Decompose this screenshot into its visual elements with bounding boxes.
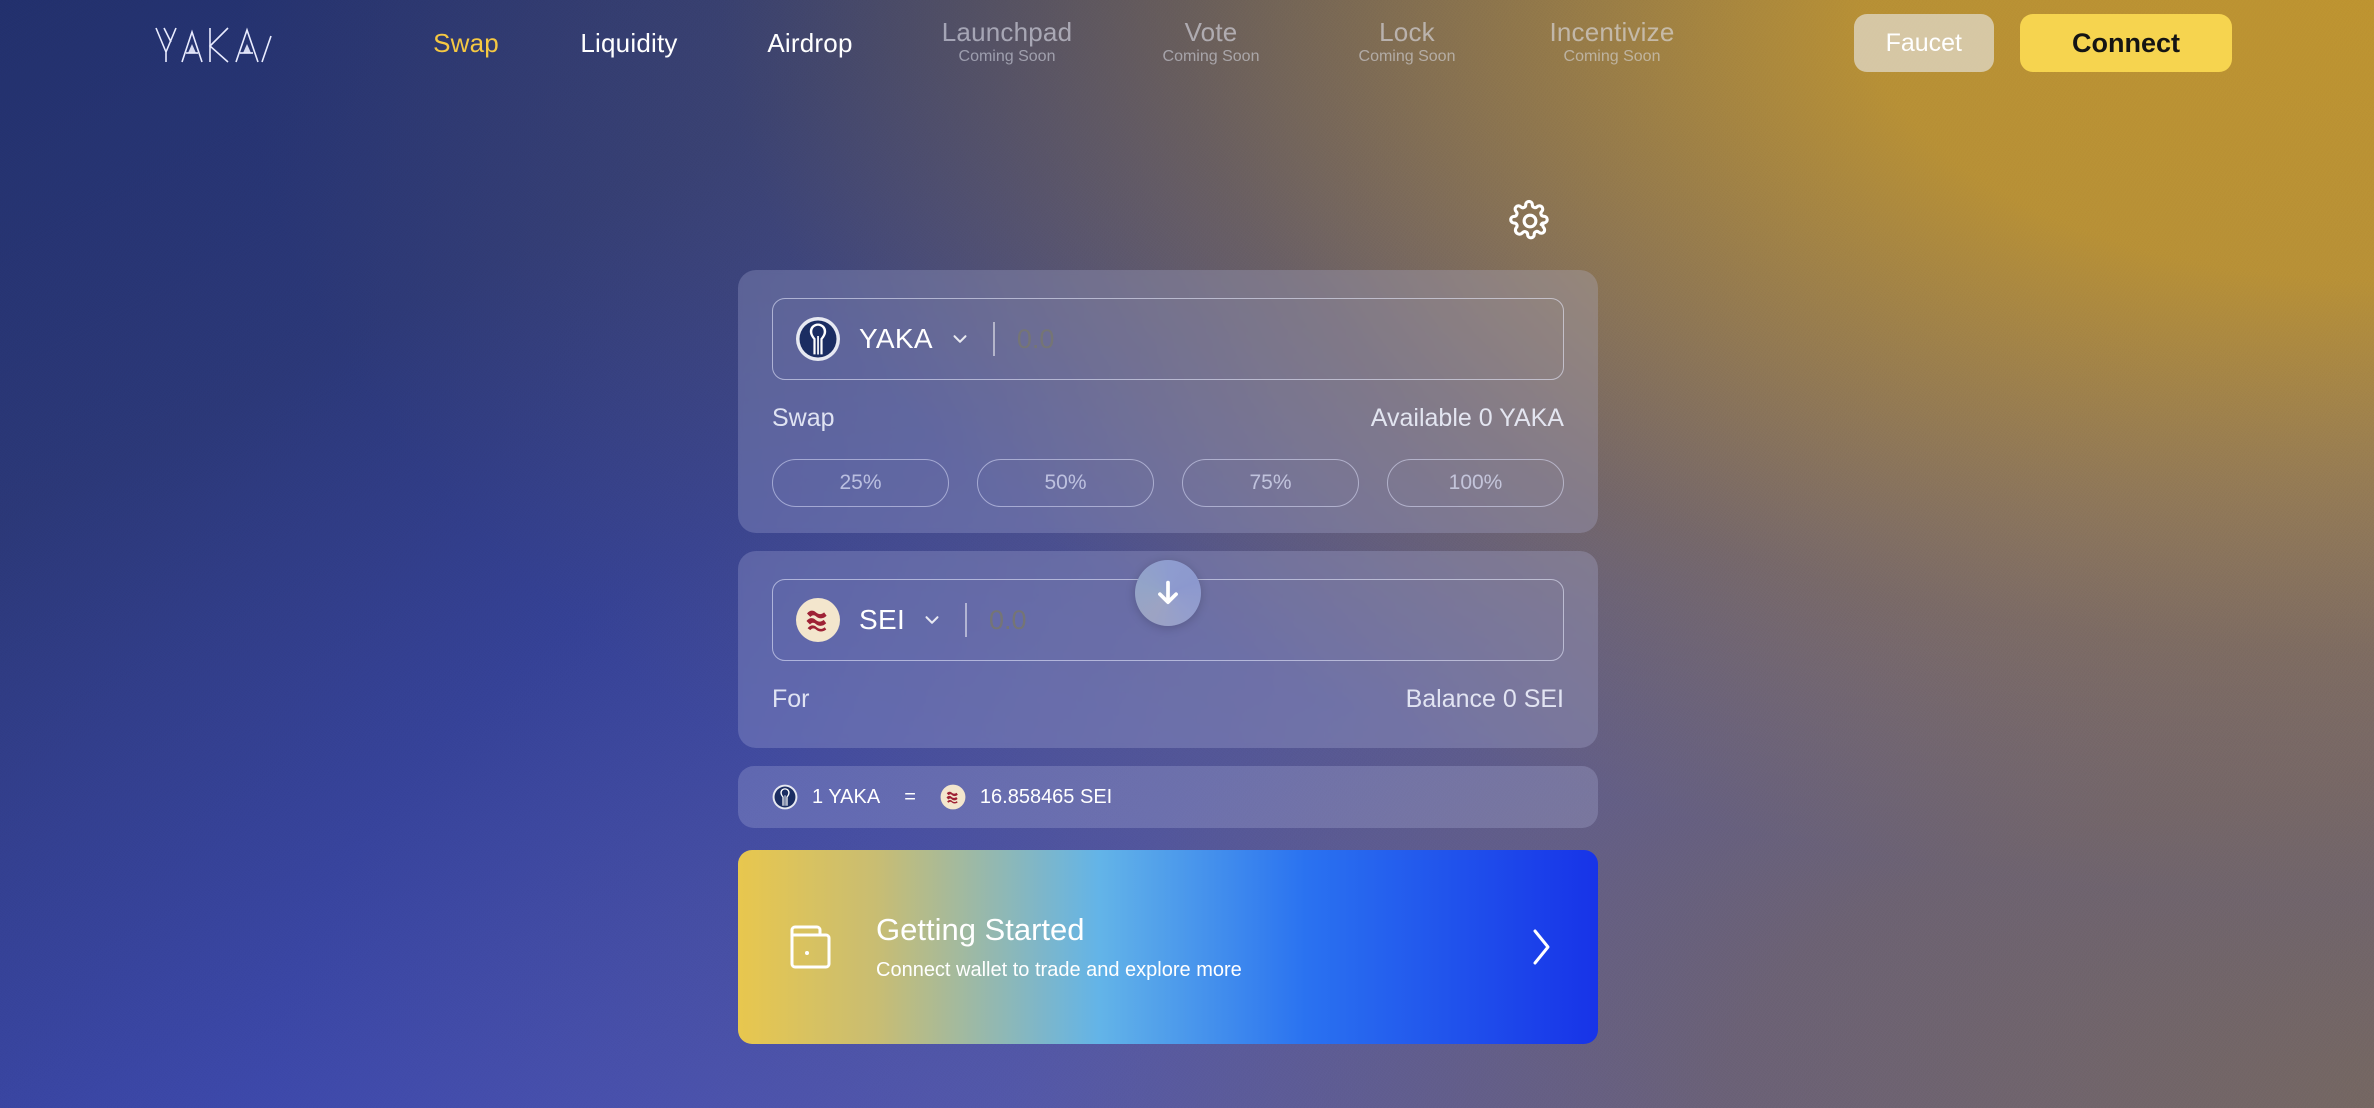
nav-item-vote[interactable]: Vote Coming Soon bbox=[1113, 13, 1309, 73]
top-navigation-bar: Swap Liquidity Airdrop Launchpad Coming … bbox=[0, 0, 2374, 86]
nav-item-label: Liquidity bbox=[580, 28, 678, 58]
nav-item-liquidity[interactable]: Liquidity bbox=[539, 13, 719, 73]
to-balance: Balance 0 SEI bbox=[1405, 685, 1564, 713]
swap-widget: YAKA Swap Available 0 YAKA 25% 50% 75% 1… bbox=[738, 186, 1598, 1044]
nav-item-coming-soon: Coming Soon bbox=[1162, 48, 1260, 65]
nav-item-label: Launchpad bbox=[941, 17, 1073, 47]
yaka-logo[interactable] bbox=[152, 22, 276, 64]
swap-from-panel: YAKA Swap Available 0 YAKA 25% 50% 75% 1… bbox=[738, 270, 1598, 533]
yaka-token-icon bbox=[772, 784, 798, 810]
nav-item-coming-soon: Coming Soon bbox=[1358, 48, 1456, 65]
from-amount-input[interactable] bbox=[1016, 323, 1377, 355]
nav-actions: Faucet Connect bbox=[1853, 14, 2232, 72]
from-meta-row: Swap Available 0 YAKA bbox=[772, 404, 1564, 433]
nav-item-label: Vote bbox=[1184, 17, 1238, 47]
to-label: For bbox=[772, 685, 810, 713]
nav-item-launchpad[interactable]: Launchpad Coming Soon bbox=[901, 13, 1113, 73]
banner-title: Getting Started bbox=[876, 911, 1085, 947]
nav-item-coming-soon: Coming Soon bbox=[958, 48, 1056, 65]
nav-item-label: Incentivize bbox=[1549, 17, 1675, 47]
getting-started-banner[interactable]: Getting Started Connect wallet to trade … bbox=[738, 850, 1598, 1044]
yaka-token-icon bbox=[795, 316, 841, 362]
sei-token-icon bbox=[940, 784, 966, 810]
sei-token-icon bbox=[795, 597, 841, 643]
arrow-down-icon bbox=[1158, 580, 1178, 605]
input-divider bbox=[965, 603, 968, 637]
percent-75-button[interactable]: 75% bbox=[1182, 459, 1359, 507]
from-token-box: YAKA bbox=[772, 298, 1564, 380]
chevron-right-icon bbox=[1528, 923, 1554, 971]
nav-item-label: Airdrop bbox=[767, 28, 853, 58]
rate-equals-sign: = bbox=[904, 785, 916, 808]
wallet-icon bbox=[788, 923, 840, 971]
nav-item-label: Swap bbox=[433, 28, 499, 58]
gear-icon[interactable] bbox=[1508, 199, 1552, 243]
exchange-rate-bar: 1 YAKA = 16.858465 SEI bbox=[738, 766, 1598, 828]
settings-row bbox=[738, 186, 1598, 256]
input-divider bbox=[992, 322, 995, 356]
swap-direction-button[interactable] bbox=[1135, 560, 1201, 626]
chevron-down-icon[interactable] bbox=[921, 609, 943, 631]
nav-item-label: Lock bbox=[1379, 17, 1435, 47]
nav-item-incentivize[interactable]: Incentivize Coming Soon bbox=[1505, 13, 1719, 73]
banner-text: Getting Started Connect wallet to trade … bbox=[876, 912, 1242, 983]
to-token-symbol: SEI bbox=[859, 604, 906, 635]
to-meta-row: For Balance 0 SEI bbox=[772, 685, 1564, 714]
percent-50-button[interactable]: 50% bbox=[977, 459, 1154, 507]
faucet-button[interactable]: Faucet bbox=[1853, 14, 1994, 72]
nav-links: Swap Liquidity Airdrop Launchpad Coming … bbox=[393, 13, 1719, 73]
percent-25-button[interactable]: 25% bbox=[772, 459, 949, 507]
connect-wallet-button[interactable]: Connect bbox=[2020, 14, 2232, 72]
rate-quote-amount: 16.858465 SEI bbox=[979, 785, 1113, 808]
percent-100-button[interactable]: 100% bbox=[1387, 459, 1564, 507]
chevron-down-icon[interactable] bbox=[949, 328, 971, 350]
nav-item-swap[interactable]: Swap bbox=[393, 13, 539, 73]
from-available-balance: Available 0 YAKA bbox=[1370, 404, 1564, 432]
from-token-symbol: YAKA bbox=[859, 323, 933, 354]
nav-item-airdrop[interactable]: Airdrop bbox=[719, 13, 901, 73]
percent-shortcut-row: 25% 50% 75% 100% bbox=[772, 459, 1564, 507]
nav-item-lock[interactable]: Lock Coming Soon bbox=[1309, 13, 1505, 73]
from-label: Swap bbox=[772, 404, 835, 432]
banner-subtitle: Connect wallet to trade and explore more bbox=[876, 959, 1242, 982]
nav-item-coming-soon: Coming Soon bbox=[1563, 48, 1661, 65]
rate-base-amount: 1 YAKA bbox=[812, 785, 881, 808]
